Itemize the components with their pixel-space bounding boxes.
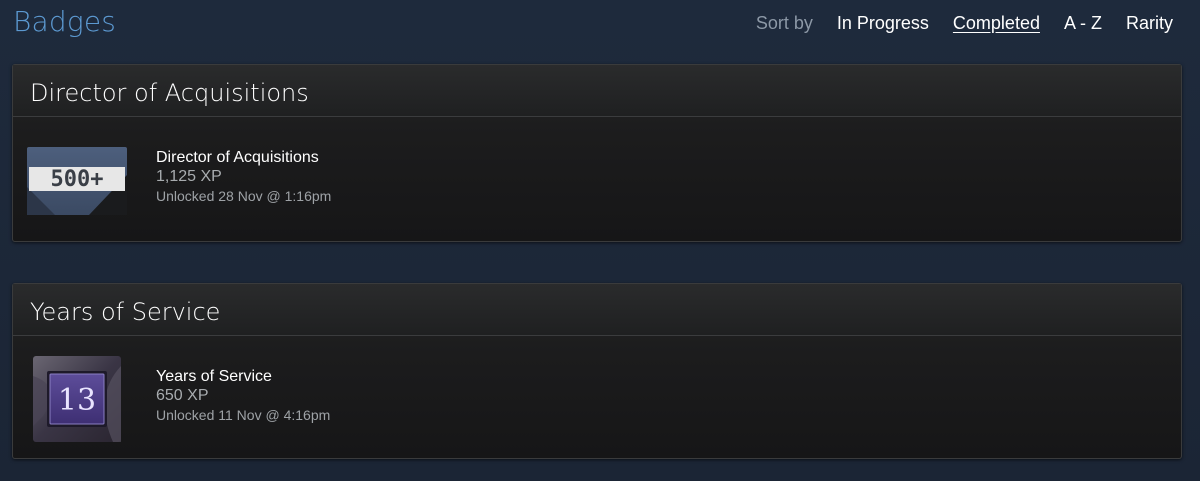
badge-card-body: 13 Years of Service 650 XP Unlocked 11 N… bbox=[13, 336, 1181, 458]
badge-icon-label: 13 bbox=[58, 383, 96, 418]
badge-section-title: Director of Acquisitions bbox=[30, 79, 309, 107]
badge-name: Years of Service bbox=[156, 368, 272, 385]
500-plus-badge-icon[interactable]: 500+ bbox=[27, 147, 127, 215]
badge-xp: 1,125 XP bbox=[156, 168, 222, 185]
page-title: Badges bbox=[13, 5, 117, 38]
badge-icon-label: 500+ bbox=[51, 167, 104, 192]
sort-rarity-link[interactable]: Rarity bbox=[1126, 13, 1173, 34]
sort-label: Sort by bbox=[755, 13, 813, 33]
badge-card-director-of-acquisitions: Director of Acquisitions 500+ Director o… bbox=[12, 64, 1182, 242]
sort-in-progress-link[interactable]: In Progress bbox=[837, 13, 929, 34]
badge-card-header: Years of Service bbox=[13, 284, 1181, 336]
badge-unlock-date: Unlocked 11 Nov @ 4:16pm bbox=[156, 407, 331, 423]
sort-completed-link[interactable]: Completed bbox=[953, 13, 1040, 34]
badge-info: Years of Service 650 XP Unlocked 11 Nov … bbox=[156, 367, 330, 425]
badge-unlock-date: Unlocked 28 Nov @ 1:16pm bbox=[156, 188, 332, 204]
badge-xp: 650 XP bbox=[156, 387, 209, 404]
page-header: Badges Sort by In Progress Completed A -… bbox=[0, 0, 1200, 50]
badge-card-body: 500+ Director of Acquisitions 1,125 XP U… bbox=[13, 117, 1181, 241]
badges-page: Badges Sort by In Progress Completed A -… bbox=[0, 0, 1200, 481]
sort-bar: Sort by In Progress Completed A - Z Rari… bbox=[756, 13, 1173, 34]
sort-a-z-link[interactable]: A - Z bbox=[1064, 13, 1102, 34]
badge-section-title: Years of Service bbox=[30, 298, 221, 326]
years-of-service-badge-icon[interactable]: 13 bbox=[33, 356, 121, 442]
badge-card-header: Director of Acquisitions bbox=[13, 65, 1181, 117]
badge-name: Director of Acquisitions bbox=[156, 149, 319, 166]
badge-card-years-of-service: Years of Service 13 Years of Service 650… bbox=[12, 283, 1182, 459]
badge-info: Director of Acquisitions 1,125 XP Unlock… bbox=[156, 148, 331, 206]
